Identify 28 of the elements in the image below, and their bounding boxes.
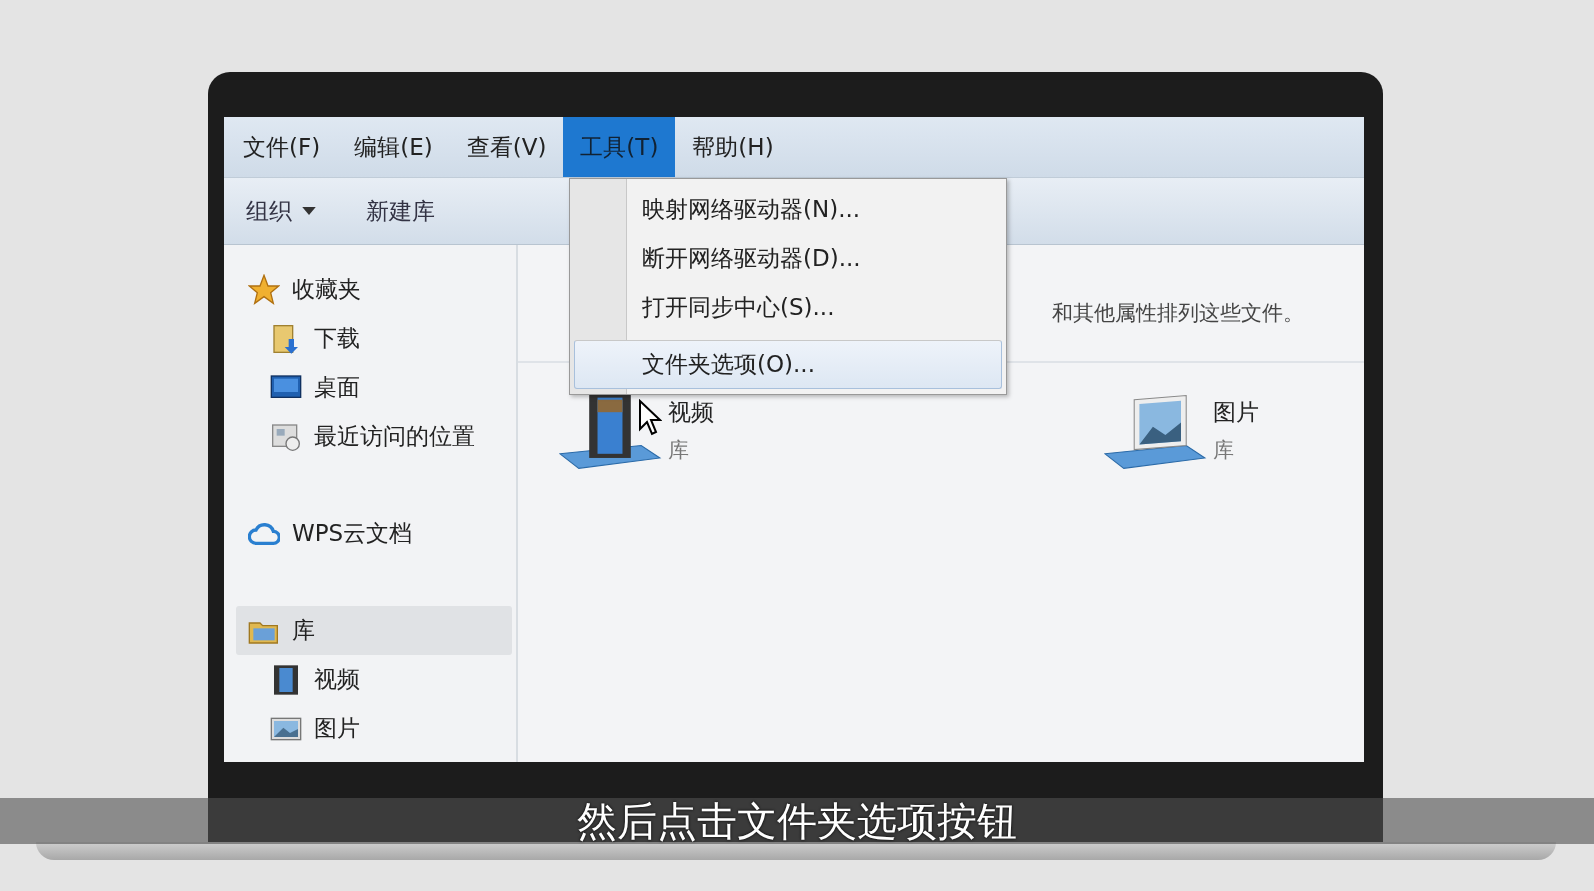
sidebar-item[interactable]: 收藏夹 [224,265,516,314]
menu-item[interactable]: 工具(T) [563,117,676,177]
toolbar-button[interactable]: 新建库 [366,195,435,227]
menu-item[interactable]: 文件夹选项(O)... [574,340,1002,389]
sidebar-item[interactable]: WPS云文档 [224,509,516,558]
library-name[interactable]: 图片 [1213,397,1259,428]
sidebar-item[interactable]: 桌面 [224,363,516,412]
sidebar-item[interactable]: 图片 [224,704,516,753]
menu-item[interactable]: 查看(V) [449,117,564,177]
sidebar-item[interactable]: 视频 [224,655,516,704]
caret-icon [302,206,316,216]
library-label: 库 [1213,437,1235,464]
sidebar-item[interactable]: 库 [236,606,512,655]
toolbar-button[interactable]: 组织 [246,195,316,227]
menu-item[interactable]: 打开同步中心(S)... [574,283,1002,332]
library-label: 库 [668,437,690,464]
sidebar-item[interactable]: 最近访问的位置 [224,412,516,461]
subtitle: 然后点击文件夹选项按钮 [577,796,1017,846]
menu-item[interactable]: 帮助(H) [675,117,791,177]
cursor-icon [638,399,662,437]
menu-item[interactable]: 映射网络驱动器(N)... [574,185,1002,234]
menu-item[interactable]: 断开网络驱动器(D)... [574,234,1002,283]
sidebar-item[interactable]: 下载 [224,314,516,363]
library-name[interactable]: 视频 [668,397,714,428]
star-icon [248,273,280,306]
menu-item[interactable]: 编辑(E) [337,117,450,177]
menu-item[interactable]: 文件(F) [226,117,338,177]
description-text: 和其他属性排列这些文件。 [1052,300,1304,327]
